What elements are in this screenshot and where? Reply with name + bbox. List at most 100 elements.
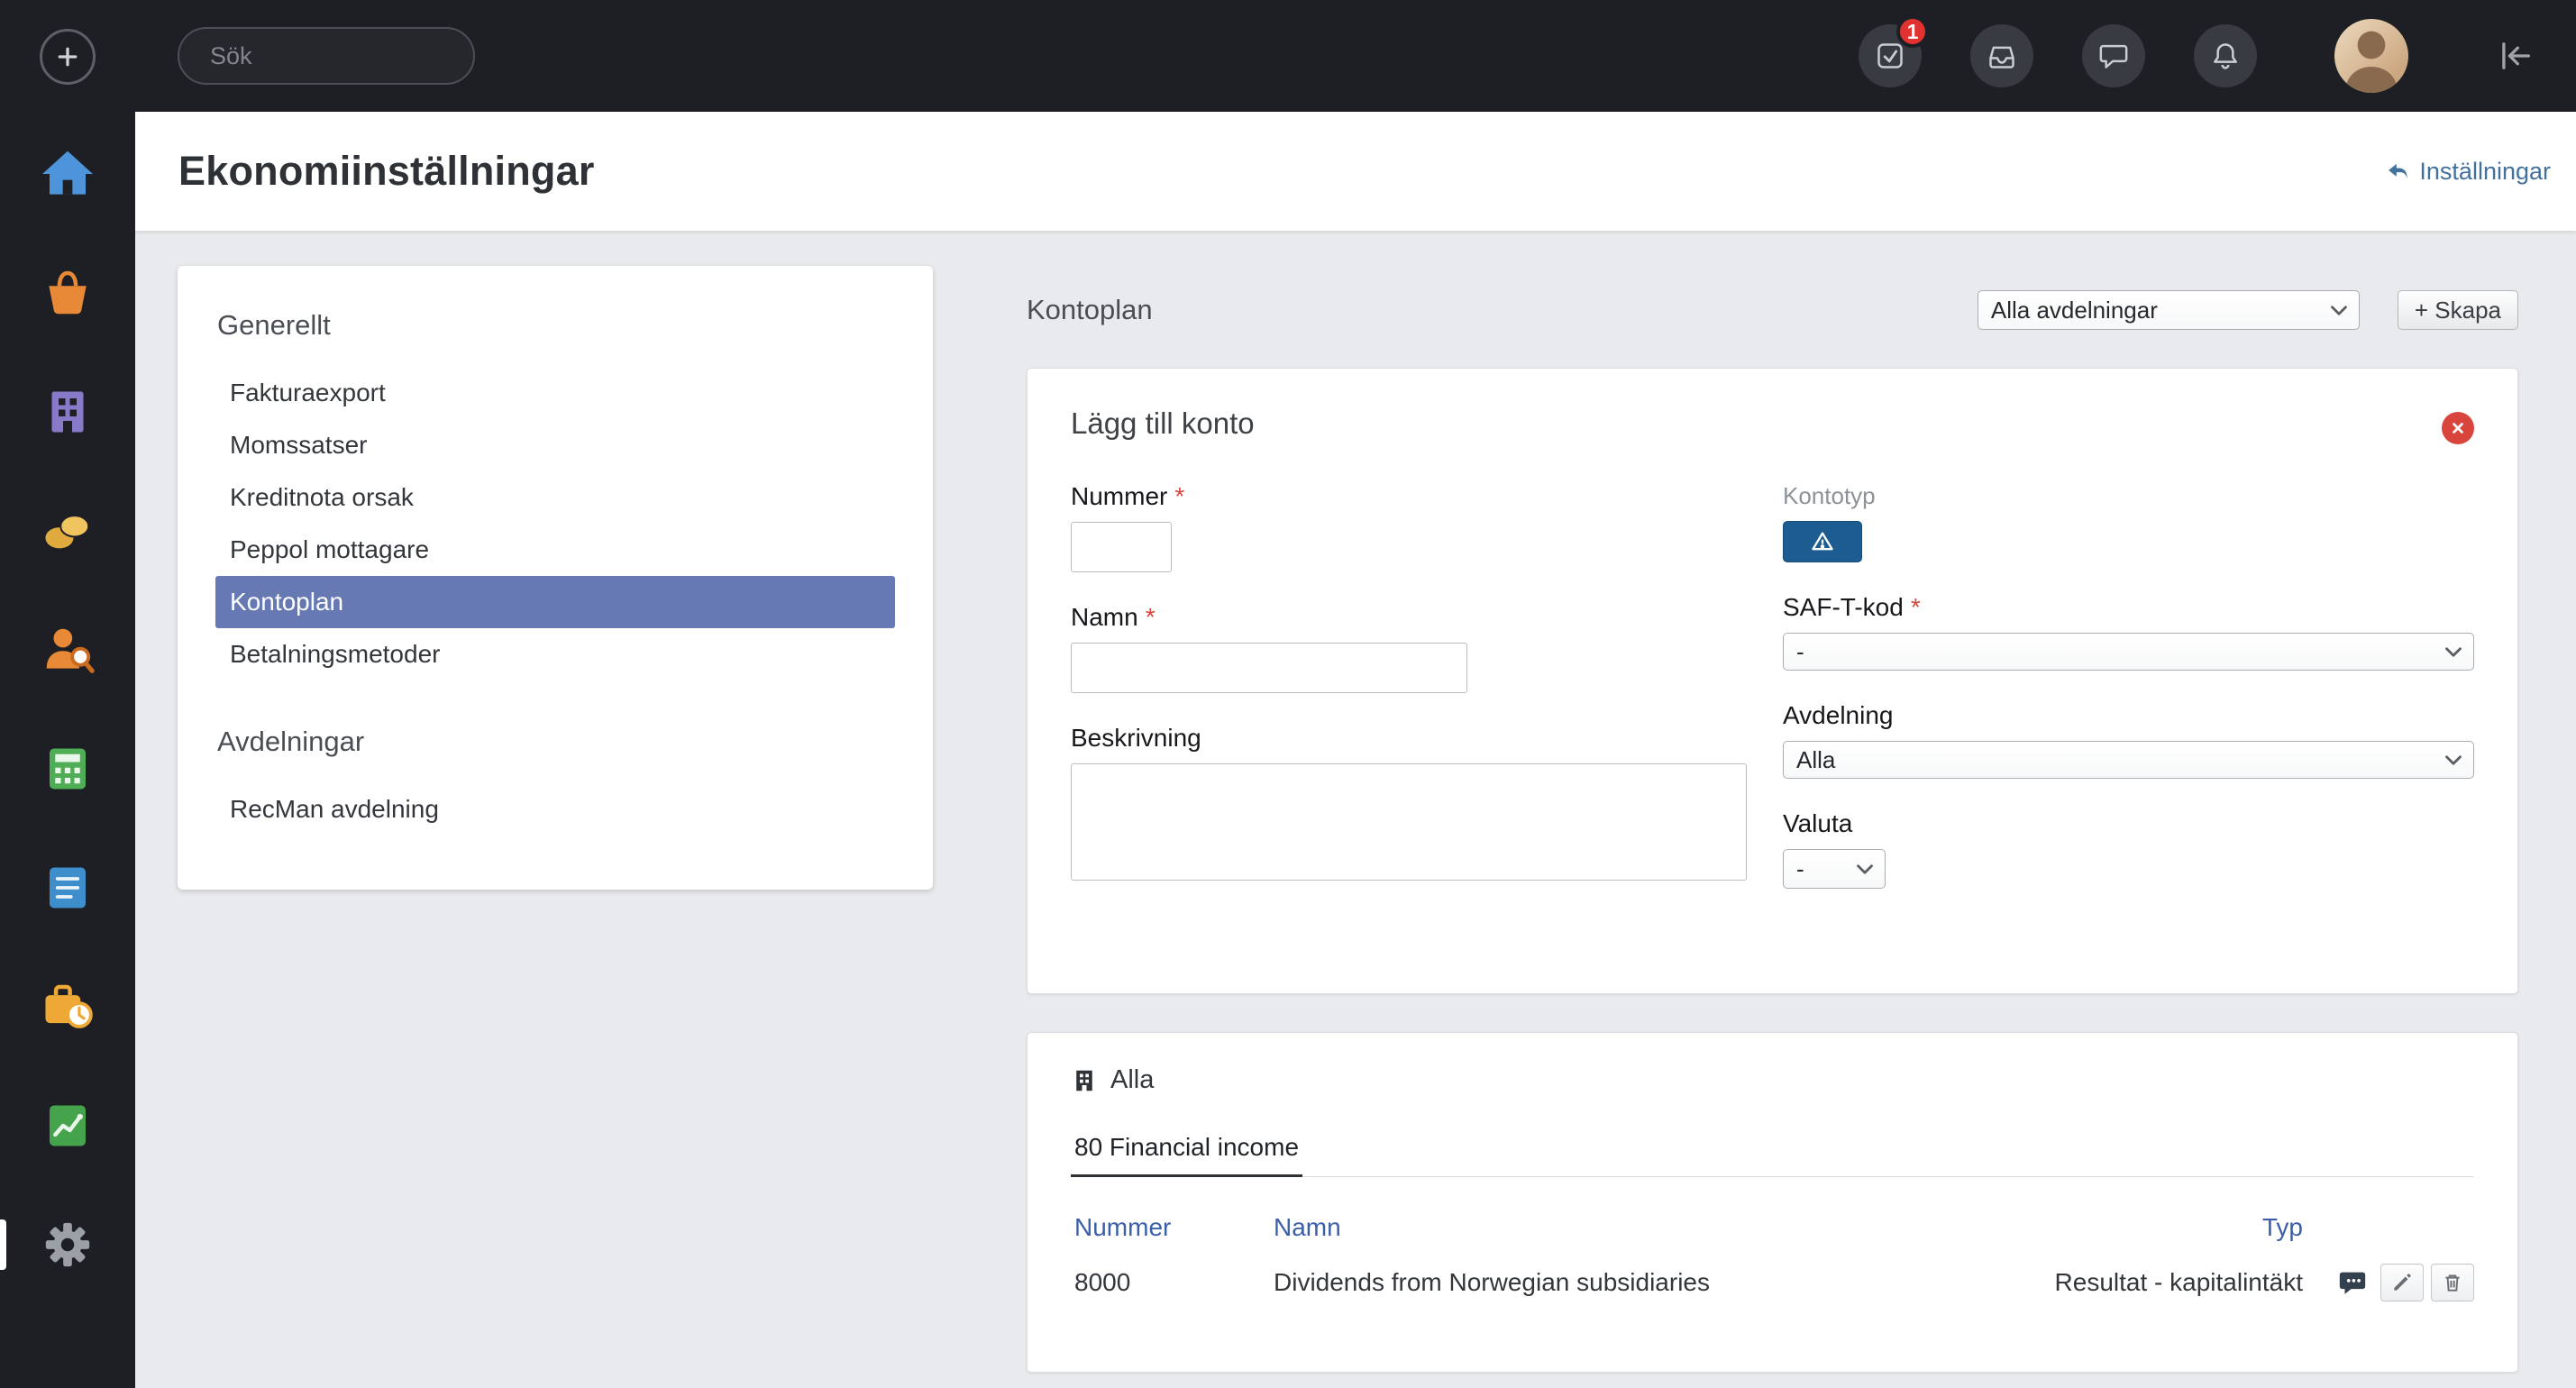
sidebar-item-recruitment[interactable] <box>0 617 135 682</box>
avdelning-label: Avdelning <box>1783 701 1894 729</box>
accounts-table: Nummer Namn Typ 8000 Dividends from Norw… <box>1071 1202 2474 1312</box>
menu-item-momssatser[interactable]: Momssatser <box>215 419 895 471</box>
add-button[interactable] <box>40 29 96 85</box>
chevron-down-icon <box>1857 863 1873 874</box>
menu-item-recman-avdelning[interactable]: RecMan avdelning <box>215 783 895 836</box>
search-box[interactable] <box>178 27 529 85</box>
sidebar-item-reports[interactable] <box>0 1093 135 1158</box>
sidebar-item-accounting[interactable] <box>0 736 135 801</box>
sidebar-item-time[interactable] <box>0 974 135 1039</box>
company-icon <box>51 391 84 433</box>
page-header: Ekonomiinställningar Inställningar <box>135 112 2576 231</box>
reports-icon <box>50 1105 86 1146</box>
cell-typ: Resultat - kapitalintäkt <box>2054 1268 2303 1296</box>
kontotyp-button[interactable] <box>1783 521 1862 562</box>
accounts-group-label: Alla <box>1110 1065 1155 1094</box>
accounts-table-header: Nummer Namn Typ <box>1071 1202 2474 1253</box>
chevron-down-icon <box>2445 754 2462 765</box>
sidebar <box>0 0 135 1388</box>
cell-namn: Dividends from Norwegian subsidiaries <box>1274 1268 1710 1296</box>
saft-select[interactable]: - <box>1783 633 2474 671</box>
comment-icon <box>2339 1272 2366 1294</box>
column-header-namn[interactable]: Namn <box>1274 1213 1969 1242</box>
namn-input[interactable] <box>1071 643 1467 693</box>
recruitment-icon <box>46 628 95 673</box>
form-left-column: Nummer * Namn * Beskrivning <box>1071 482 1783 919</box>
close-button[interactable] <box>2442 412 2474 444</box>
menu-item-fakturaexport[interactable]: Fakturaexport <box>215 367 895 419</box>
nummer-input[interactable] <box>1071 522 1172 572</box>
chat-button[interactable] <box>2082 24 2145 87</box>
department-select-value: Alla avdelningar <box>1990 296 2158 324</box>
avdelning-select-value: Alla <box>1796 745 1836 773</box>
comment-button[interactable] <box>2332 1263 2373 1302</box>
time-icon <box>45 984 93 1028</box>
valuta-select[interactable]: - <box>1783 849 1886 889</box>
saft-select-value: - <box>1796 637 1804 665</box>
kontoplan-title: Kontoplan <box>1027 294 1153 325</box>
accounts-tab-row: 80 Financial income <box>1071 1133 2474 1177</box>
avatar[interactable] <box>2334 19 2408 93</box>
home-icon <box>42 151 93 195</box>
required-asterisk: * <box>1174 482 1185 510</box>
required-asterisk: * <box>1145 603 1156 631</box>
saft-label: SAF-T-kod * <box>1783 593 1921 621</box>
menu-item-peppol-mottagare[interactable]: Peppol mottagare <box>215 524 895 576</box>
settings-link[interactable]: Inställningar <box>2385 158 2551 186</box>
tasks-badge: 1 <box>1896 15 1929 48</box>
sidebar-item-home[interactable] <box>0 142 135 206</box>
tab-80-financial-income[interactable]: 80 Financial income <box>1071 1133 1303 1177</box>
plus-icon <box>58 47 78 67</box>
accounts-card: Alla 80 Financial income Nummer Namn Typ… <box>1027 1032 2518 1373</box>
chat-icon <box>2099 44 2128 68</box>
create-button[interactable]: + Skapa <box>2397 290 2518 330</box>
close-icon <box>2453 423 2463 434</box>
accounting-icon <box>50 748 86 790</box>
nummer-label: Nummer * <box>1071 482 1185 510</box>
menu-section-heading: Generellt <box>217 309 331 341</box>
menu-item-kreditnota-orsak[interactable]: Kreditnota orsak <box>215 471 895 524</box>
row-actions <box>2303 1263 2474 1302</box>
bell-icon <box>2214 43 2237 69</box>
content: Generellt Fakturaexport Momssatser Kredi… <box>135 231 2576 1388</box>
cell-nummer: 8000 <box>1074 1268 1131 1296</box>
column-header-nummer[interactable]: Nummer <box>1071 1213 1274 1242</box>
sidebar-item-settings[interactable] <box>0 1212 135 1277</box>
topbar: 1 <box>0 0 2576 112</box>
add-account-form: Nummer * Namn * Beskrivning Kontotyp SAF… <box>1071 482 2474 919</box>
sidebar-item-sales[interactable] <box>0 260 135 325</box>
edit-button[interactable] <box>2380 1264 2424 1301</box>
beskrivning-textarea[interactable] <box>1071 763 1747 881</box>
sidebar-item-payroll[interactable] <box>0 498 135 563</box>
kontotyp-label: Kontotyp <box>1783 482 1876 509</box>
search-input[interactable] <box>210 41 529 70</box>
menu-item-kontoplan[interactable]: Kontoplan <box>215 576 895 628</box>
accounts-group-header: Alla <box>1071 1065 2474 1095</box>
tasks-button[interactable]: 1 <box>1859 15 1929 87</box>
sidebar-item-company[interactable] <box>0 379 135 444</box>
edit-icon <box>2394 1274 2411 1291</box>
sidebar-item-documents[interactable] <box>0 855 135 920</box>
form-right-column: Kontotyp SAF-T-kod * - Avdelning Alla Va… <box>1783 482 2474 919</box>
beskrivning-label: Beskrivning <box>1071 724 1201 752</box>
inbox-button[interactable] <box>1970 24 2033 87</box>
namn-label: Namn * <box>1071 603 1156 631</box>
notifications-button[interactable] <box>2194 24 2257 87</box>
documents-icon <box>50 867 86 909</box>
menu-item-betalningsmetoder[interactable]: Betalningsmetoder <box>215 628 895 680</box>
sales-icon <box>49 270 87 315</box>
add-account-card: Lägg till konto Nummer * Namn * Beskrivnin… <box>1027 368 2518 994</box>
settings-gear-icon <box>45 1222 90 1267</box>
active-indicator <box>0 1219 6 1270</box>
warning-icon <box>1812 532 1833 551</box>
collapse-sidebar-button[interactable] <box>2495 36 2535 76</box>
settings-link-label: Inställningar <box>2419 157 2551 185</box>
chevron-down-icon <box>2445 646 2462 657</box>
sidebar-nav <box>0 142 135 1331</box>
avdelning-select[interactable]: Alla <box>1783 741 2474 779</box>
reply-icon <box>2389 163 2407 179</box>
column-header-typ[interactable]: Typ <box>1969 1213 2303 1242</box>
department-select[interactable]: Alla avdelningar <box>1977 290 2360 330</box>
delete-button[interactable] <box>2431 1264 2474 1301</box>
settings-menu-card: Generellt Fakturaexport Momssatser Kredi… <box>178 266 933 890</box>
